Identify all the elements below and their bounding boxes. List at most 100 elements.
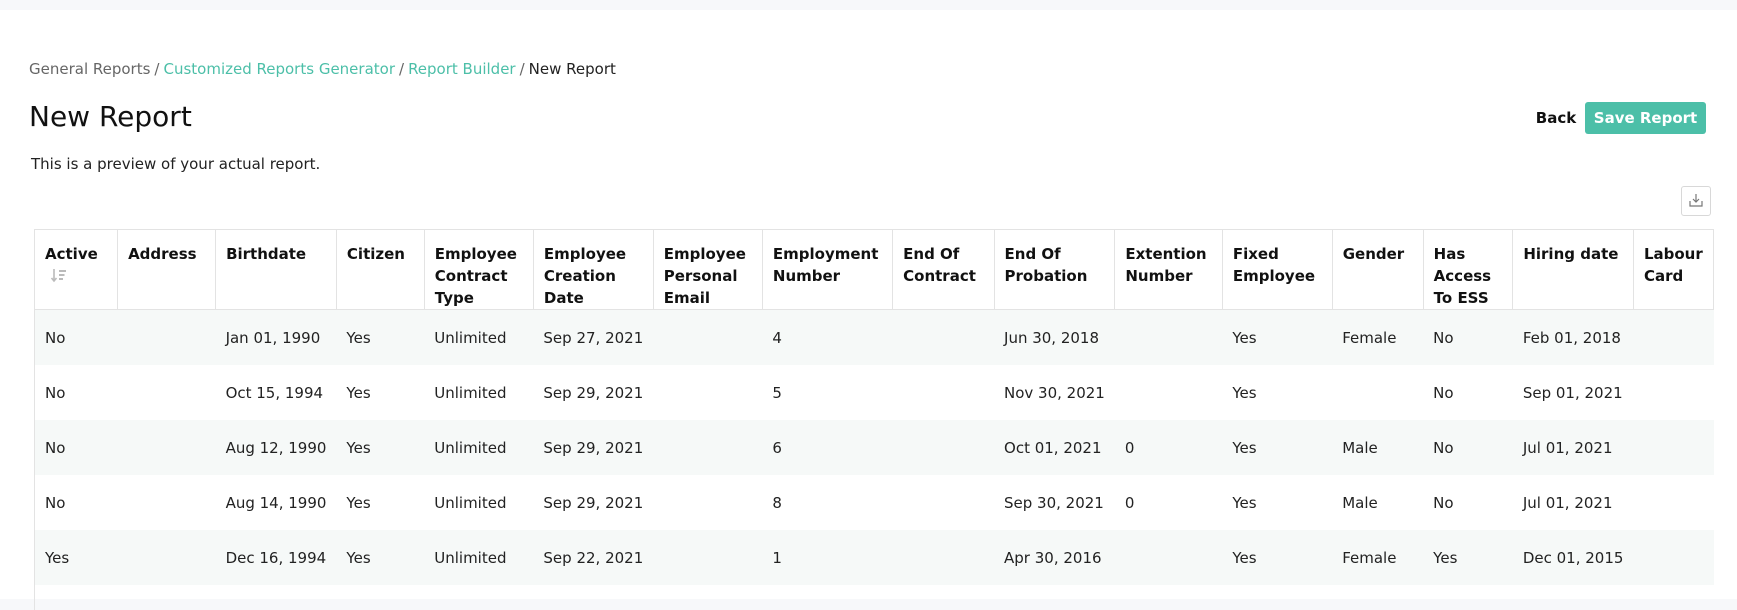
table-cell: Yes: [1222, 309, 1333, 365]
column-header-label: Labour Card: [1643, 245, 1703, 285]
table-cell: No: [1423, 309, 1513, 365]
table-cell: Male: [1332, 475, 1424, 530]
column-header[interactable]: Address: [117, 230, 217, 310]
page-subtitle: This is a preview of your actual report.: [31, 155, 321, 173]
table-cell: [1633, 420, 1714, 475]
table-cell: 1: [762, 530, 893, 585]
table-cell: Aug 14, 1990: [215, 475, 337, 530]
table-cell: Yes: [1222, 365, 1333, 420]
column-header-label: Employee Personal Email: [663, 245, 746, 307]
table-cell: [892, 309, 995, 365]
table-cell: Aug 12, 1990: [215, 420, 337, 475]
table-cell: Yes: [336, 475, 425, 530]
table-cell: [1114, 530, 1223, 585]
table-cell: Apr 30, 2016: [994, 530, 1115, 585]
table-cell: Oct 15, 1994: [215, 365, 337, 420]
table-cell: Sep 29, 2021: [533, 475, 654, 530]
column-header[interactable]: Fixed Employee: [1222, 230, 1333, 310]
column-header[interactable]: Has Access To ESS: [1423, 230, 1514, 310]
table-cell: Yes: [1423, 530, 1513, 585]
column-header-label: Has Access To ESS: [1433, 245, 1492, 307]
table-row: Yes Dec 16, 1994 Yes Unlimited Sep 22, 2021 1…: [35, 530, 1714, 585]
column-header-label: Hiring date: [1523, 245, 1619, 263]
column-header[interactable]: Citizen: [336, 230, 425, 310]
column-header-label: Employment Number: [772, 245, 879, 285]
table-cell: Sep 27, 2021: [533, 309, 654, 365]
table-cell: Sep 29, 2021: [533, 365, 654, 420]
column-header-label: End Of Contract: [903, 245, 976, 285]
table-row: No Oct 15, 1994 Yes Unlimited Sep 29, 2021 5 N…: [35, 365, 1714, 420]
table-row: No Aug 14, 1990 Yes Unlimited Sep 29, 2021 8 S…: [35, 475, 1714, 530]
table-cell: Unlimited: [424, 530, 534, 585]
table-cell: 0: [1114, 420, 1223, 475]
breadcrumb-separator: /: [519, 60, 525, 78]
table-cell: [653, 530, 763, 585]
table-cell: Unlimited: [424, 475, 534, 530]
table-cell: [892, 475, 995, 530]
table-cell: [1332, 365, 1424, 420]
table-cell: Oct 01, 2021: [994, 420, 1115, 475]
back-button[interactable]: Back: [1520, 102, 1592, 134]
table-cell: Sep 30, 2021: [994, 475, 1115, 530]
table-cell: [117, 530, 216, 585]
page-title: New Report: [29, 100, 192, 133]
column-header-label: Address: [128, 245, 197, 263]
column-header[interactable]: Birthdate: [215, 230, 337, 310]
export-button[interactable]: [1681, 186, 1711, 216]
column-header-label: Employee Contract Type: [434, 245, 517, 307]
column-header-label: Employee Creation Date: [543, 245, 627, 307]
column-header[interactable]: End Of Contract: [892, 230, 995, 310]
breadcrumb-item-general-reports[interactable]: General Reports: [29, 60, 150, 78]
table-cell: Female: [1332, 309, 1424, 365]
column-header[interactable]: End Of Probation: [994, 230, 1116, 310]
table-cell: [1114, 365, 1223, 420]
table-cell: Dec 01, 2015: [1512, 530, 1634, 585]
table-cell: Yes: [1222, 475, 1333, 530]
table-cell: No: [35, 475, 118, 530]
table-cell: [117, 309, 216, 365]
table-cell: Yes: [336, 420, 425, 475]
breadcrumb-item-customized-reports-generator[interactable]: Customized Reports Generator: [163, 60, 395, 78]
table-cell: [653, 420, 763, 475]
column-header[interactable]: Extention Number: [1114, 230, 1223, 310]
table-cell: Unlimited: [424, 365, 534, 420]
table-cell: Yes: [1222, 530, 1333, 585]
column-header[interactable]: Hiring date: [1512, 230, 1634, 310]
table-cell: No: [1423, 475, 1513, 530]
column-header[interactable]: Active: [35, 230, 119, 310]
report-preview-table: Active Address Birthdate Citizen Employee Co…: [34, 229, 1714, 610]
column-header[interactable]: Labour Card: [1633, 230, 1714, 310]
column-header[interactable]: Gender: [1332, 230, 1424, 310]
table-cell: Yes: [1222, 420, 1333, 475]
table-cell: Female: [1332, 530, 1424, 585]
column-header-label: Birthdate: [226, 245, 307, 263]
column-header[interactable]: Employee Creation Date: [533, 230, 654, 310]
column-header-label: Extention Number: [1125, 245, 1207, 285]
column-header[interactable]: Employee Personal Email: [653, 230, 763, 310]
breadcrumb-separator: /: [399, 60, 405, 78]
table-cell: [653, 475, 763, 530]
breadcrumb-item-report-builder[interactable]: Report Builder: [408, 60, 516, 78]
table-cell: 5: [762, 365, 893, 420]
sort-descending-icon[interactable]: [50, 267, 67, 289]
table-cell: Male: [1332, 420, 1424, 475]
column-header-label: Fixed Employee: [1232, 245, 1316, 285]
table-cell: [653, 309, 763, 365]
column-header[interactable]: Employee Contract Type: [424, 230, 534, 310]
table-cell: [892, 365, 995, 420]
column-header-label: Gender: [1342, 245, 1405, 263]
table-cell: Dec 16, 1994: [215, 530, 337, 585]
table-cell: 4: [762, 309, 893, 365]
table-cell: [117, 365, 216, 420]
column-header-label: Active: [45, 245, 98, 263]
column-header[interactable]: Employment Number: [762, 230, 894, 310]
table-cell: Jun 30, 2018: [994, 309, 1115, 365]
table-cell: Jul 01, 2021: [1512, 475, 1634, 530]
table-cell: Yes: [336, 309, 425, 365]
table-cell: No: [35, 309, 118, 365]
save-report-button[interactable]: Save Report: [1585, 102, 1706, 134]
table-cell: Sep 22, 2021: [533, 530, 654, 585]
column-header-label: Citizen: [346, 245, 405, 263]
breadcrumb: General Reports / Customized Reports Gener…: [29, 60, 616, 78]
table-cell: [1114, 309, 1223, 365]
